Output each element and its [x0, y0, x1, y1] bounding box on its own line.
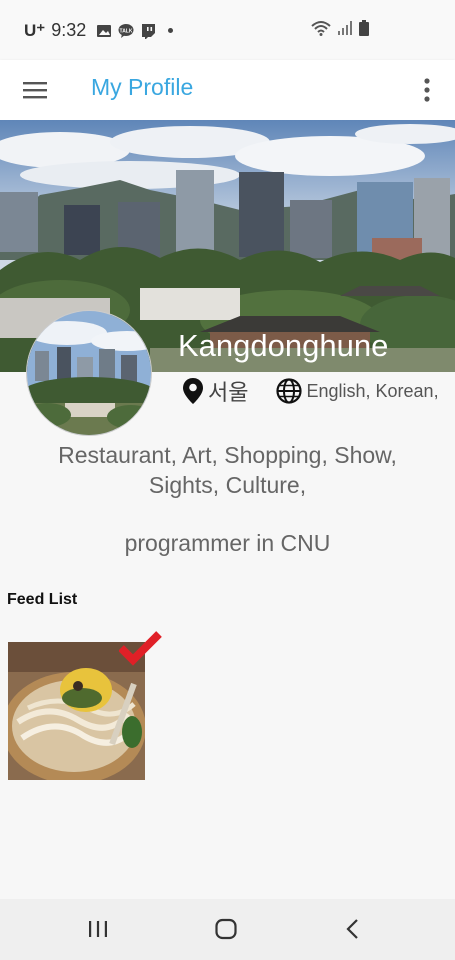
location-pin-icon [183, 378, 203, 404]
globe-icon [276, 378, 303, 404]
languages-text: English, Korean, [306, 380, 439, 401]
status-bar: U⁺ 9:32 TALK [0, 0, 455, 60]
wifi-icon [311, 21, 331, 36]
recent-apps-icon[interactable] [86, 917, 110, 941]
home-icon[interactable] [214, 917, 238, 941]
status-time: 9:32 [51, 20, 87, 40]
location-text: 서울 [208, 380, 249, 405]
carrier-label: U⁺ [24, 20, 46, 40]
back-icon[interactable] [341, 917, 365, 941]
bio-text: programmer in CNU [124, 530, 331, 556]
page-title: My Profile [91, 74, 194, 100]
interests-line: Sights, Culture, [148, 472, 307, 498]
talk-icon: TALK [118, 23, 134, 38]
avatar[interactable] [26, 310, 152, 436]
gallery-icon [97, 24, 112, 37]
checkmark-icon [119, 631, 162, 666]
feed-list-heading: Feed List [7, 591, 78, 608]
battery-icon [359, 20, 369, 36]
hamburger-menu-icon[interactable] [22, 77, 48, 103]
navigation-bar [0, 899, 455, 960]
status-left: U⁺ 9:32 TALK [24, 20, 174, 41]
interests-line: Restaurant, Art, Shopping, Show, [58, 442, 397, 468]
interests-list: Restaurant, Art, Shopping, Show, Sights,… [0, 440, 455, 500]
app-bar: My Profile [0, 60, 455, 120]
signal-icon [338, 21, 352, 35]
dot-icon [168, 28, 174, 33]
more-vertical-icon[interactable] [417, 74, 437, 106]
username: Kangdonghune [178, 328, 389, 363]
status-right [311, 20, 369, 36]
location-language-row: 서울 English, Korean, [182, 375, 439, 407]
svg-text:TALK: TALK [120, 28, 133, 34]
twitch-icon [142, 23, 156, 39]
